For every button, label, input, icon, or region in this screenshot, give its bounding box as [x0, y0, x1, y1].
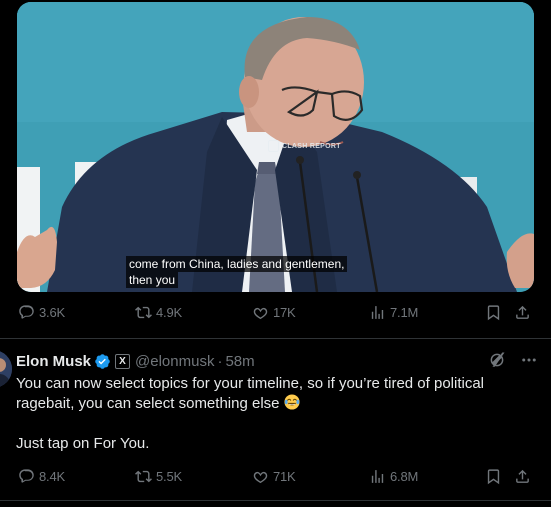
- bookmark-button[interactable]: [485, 304, 502, 321]
- views-button[interactable]: 6.8M: [369, 468, 418, 485]
- views-count: 7.1M: [390, 305, 419, 320]
- tweet-text-paragraph: You can now select topics for your timel…: [16, 374, 516, 414]
- like-count: 17K: [273, 305, 296, 320]
- repost-count: 5.5K: [156, 469, 182, 484]
- avatar[interactable]: [0, 350, 12, 388]
- heart-icon: [253, 307, 268, 320]
- reply-count: 3.6K: [39, 305, 65, 320]
- affiliate-badge[interactable]: X: [115, 353, 131, 369]
- reply-icon: [19, 469, 34, 483]
- verified-badge-icon[interactable]: [94, 353, 111, 370]
- author-handle[interactable]: @elonmusk: [135, 353, 214, 370]
- views-icon: [371, 470, 384, 483]
- subtitle-line: come from China, ladies and gentlemen,: [126, 256, 348, 272]
- author-name[interactable]: Elon Musk: [16, 353, 91, 370]
- repost-count: 4.9K: [156, 305, 182, 320]
- joy-emoji-icon: [284, 394, 300, 410]
- like-button[interactable]: 71K: [252, 468, 296, 485]
- reply-count: 8.4K: [39, 469, 65, 484]
- repost-icon: [135, 306, 152, 319]
- bookmark-button[interactable]: [485, 468, 502, 485]
- subtitle-line: then you: [126, 272, 179, 288]
- share-button[interactable]: [514, 468, 531, 485]
- tweet-text-line: You can now select topics for your timel…: [16, 375, 485, 412]
- more-options-icon[interactable]: [520, 351, 538, 369]
- watermark-logo-icon: [268, 140, 279, 152]
- bookmark-icon: [487, 305, 500, 321]
- avatar-image: [0, 350, 12, 388]
- repost-button[interactable]: 4.9K: [135, 304, 182, 321]
- tweet-timestamp[interactable]: 58m: [225, 353, 254, 370]
- video-player[interactable]: CLASH REPORT come from China, ladies and…: [17, 2, 534, 292]
- grok-icon[interactable]: [488, 351, 506, 369]
- tweet-action-bar: 8.4K 5.5K 71K 6.8M: [18, 468, 534, 492]
- views-count: 6.8M: [390, 469, 419, 484]
- tweet-top-actions: [488, 351, 538, 369]
- tweet-text-paragraph: Just tap on For You.: [16, 435, 150, 452]
- repost-button[interactable]: 5.5K: [135, 468, 182, 485]
- tweet-text: You can now select topics for your timel…: [16, 374, 516, 474]
- repost-icon: [135, 470, 152, 483]
- share-icon: [516, 469, 529, 483]
- tweet-divider: [0, 500, 551, 501]
- views-icon: [371, 306, 384, 319]
- reply-button[interactable]: 3.6K: [18, 304, 65, 321]
- reply-icon: [19, 305, 34, 319]
- watermark-text: CLASH REPORT: [282, 142, 341, 150]
- views-button[interactable]: 7.1M: [369, 304, 418, 321]
- tweet-header: Elon Musk X @elonmusk · 58m: [16, 351, 255, 371]
- like-button[interactable]: 17K: [252, 304, 296, 321]
- heart-icon: [253, 471, 268, 484]
- separator-dot: ·: [217, 352, 223, 370]
- tweet-divider: [0, 338, 551, 339]
- tweet-action-bar: 3.6K 4.9K 17K 7.1M: [18, 304, 534, 328]
- reply-button[interactable]: 8.4K: [18, 468, 65, 485]
- video-watermark: CLASH REPORT: [268, 140, 341, 152]
- share-button[interactable]: [514, 304, 531, 321]
- bookmark-icon: [487, 469, 500, 485]
- video-subtitles: come from China, ladies and gentlemen, t…: [126, 256, 348, 288]
- share-icon: [516, 305, 529, 319]
- like-count: 71K: [273, 469, 296, 484]
